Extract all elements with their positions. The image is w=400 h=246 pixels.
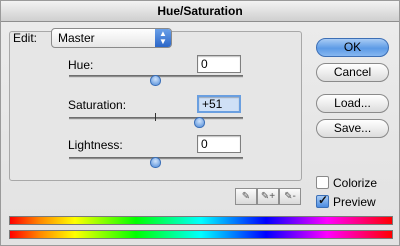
saturation-center-tick [155, 113, 156, 121]
saturation-slider-track[interactable] [69, 117, 243, 120]
saturation-input[interactable] [197, 95, 241, 113]
colorize-label: Colorize [333, 176, 378, 190]
saturation-slider-thumb[interactable] [194, 117, 205, 128]
hue-input[interactable] [197, 55, 241, 73]
hue-label: Hue: [68, 58, 94, 72]
save-button[interactable]: Save... [316, 119, 389, 138]
lightness-slider-thumb[interactable] [150, 157, 161, 168]
checkmark-icon: ✓ [318, 193, 329, 207]
eyedropper-minus-icon[interactable]: ✎- [279, 188, 301, 205]
hue-slider-thumb[interactable] [150, 75, 161, 86]
eyedropper-plus-icon[interactable]: ✎+ [257, 188, 279, 205]
lightness-label: Lightness: [68, 138, 123, 152]
popup-arrows-icon: ▲ ▼ [155, 29, 171, 47]
lightness-input[interactable] [197, 135, 241, 153]
edit-popup[interactable]: Master ▲ ▼ [51, 28, 172, 48]
hue-saturation-dialog: Hue/Saturation Edit: Master ▲▼ Hue: Satu… [0, 0, 400, 246]
cancel-button[interactable]: Cancel [316, 63, 389, 82]
preview-label: Preview [333, 195, 376, 209]
edit-popup-value: Master [58, 31, 95, 45]
input-spectrum-bar [9, 216, 393, 225]
preview-checkbox[interactable]: ✓ [316, 193, 329, 208]
output-spectrum-bar [9, 230, 393, 239]
window-title: Hue/Saturation [1, 1, 399, 22]
saturation-label: Saturation: [68, 98, 127, 112]
load-button[interactable]: Load... [316, 94, 389, 113]
edit-label: Edit: [13, 31, 38, 45]
colorize-checkbox[interactable] [316, 176, 329, 189]
ok-button[interactable]: OK [316, 38, 389, 57]
eyedropper-icon[interactable]: ✎ [235, 188, 257, 205]
